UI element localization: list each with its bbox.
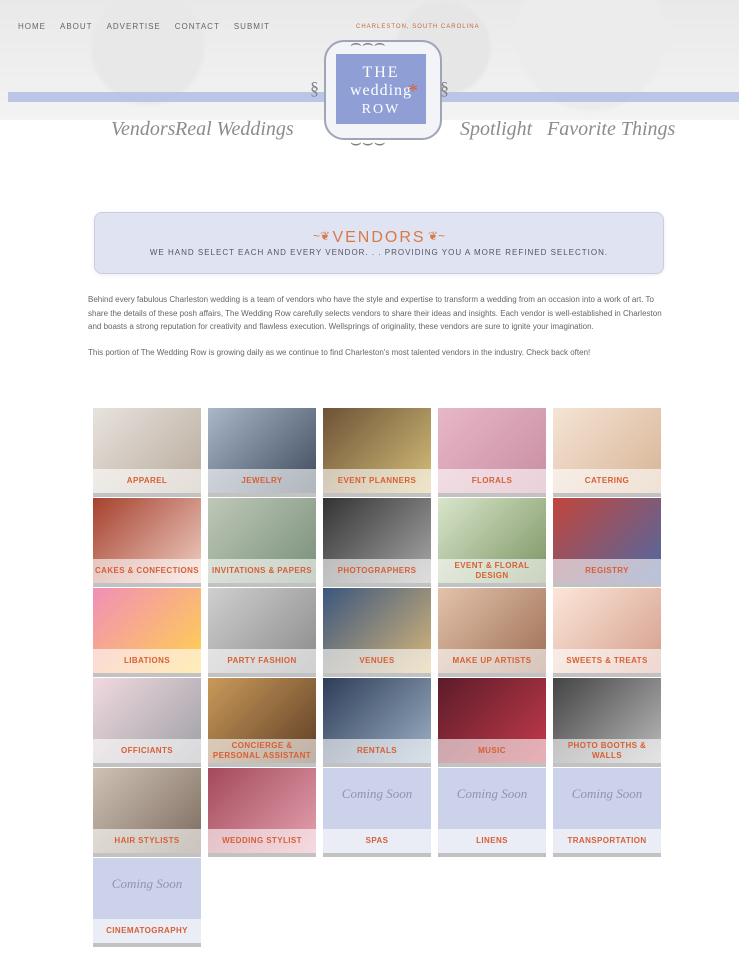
vendors-banner: ~❦ VENDORS ❦~ WE HAND SELECT EACH AND EV… [94, 212, 664, 274]
script-nav-favorite-things[interactable]: Favorite Things [547, 118, 675, 141]
vendor-tile-label: INVITATIONS & PAPERS [208, 559, 316, 583]
vendor-tile-jewelry[interactable]: JEWELRY [208, 408, 316, 497]
vendor-tile-rentals[interactable]: RENTALS [323, 678, 431, 767]
vendor-tile-label: VENUES [323, 649, 431, 673]
vendor-tile-apparel[interactable]: APPAREL [93, 408, 201, 497]
vendor-tile-event-and-floral-design[interactable]: EVENT & FLORAL DESIGN [438, 498, 546, 587]
vendor-tile-label: RENTALS [323, 739, 431, 763]
page-title: VENDORS [332, 229, 426, 246]
vendor-tile-label: CAKES & CONFECTIONS [93, 559, 201, 583]
right-swirl-icon: ❦~ [427, 229, 445, 243]
vendor-tile-label: CATERING [553, 469, 661, 493]
vendor-tile-florals[interactable]: FLORALS [438, 408, 546, 497]
nav-contact[interactable]: CONTACT [175, 22, 220, 31]
nav-home[interactable]: HOME [18, 22, 46, 31]
vendor-tile-label: JEWELRY [208, 469, 316, 493]
coming-soon-text: Coming Soon [111, 876, 183, 891]
vendor-tile-party-fashion[interactable]: PARTY FASHION [208, 588, 316, 677]
vendor-tile-label: FLORALS [438, 469, 546, 493]
logo-circle-text: CHARLESTON, SOUTH CAROLINA [356, 24, 480, 30]
vendor-tile-libations[interactable]: LIBATIONS [93, 588, 201, 677]
vendor-tile-music[interactable]: MUSIC [438, 678, 546, 767]
vendor-tile-label: MAKE UP ARTISTS [438, 649, 546, 673]
top-navigation: HOME ABOUT ADVERTISE CONTACT SUBMIT [18, 22, 270, 31]
nav-submit[interactable]: SUBMIT [234, 22, 270, 31]
vendor-tile-spas[interactable]: Coming Soon SPAS [323, 768, 431, 857]
vendor-tile-label: CONCIERGE & PERSONAL ASSISTANT [208, 739, 316, 763]
vendor-tile-label: REGISTRY [553, 559, 661, 583]
vendor-tile-wedding-stylist[interactable]: WEDDING STYLIST [208, 768, 316, 857]
vendor-tile-venues[interactable]: VENUES [323, 588, 431, 677]
script-nav-real-weddings[interactable]: Real Weddings [175, 118, 294, 141]
vendor-tile-officiants[interactable]: OFFICIANTS [93, 678, 201, 767]
vendor-tile-invitations-and-papers[interactable]: INVITATIONS & PAPERS [208, 498, 316, 587]
vendor-tile-label: CINEMATOGRAPHY [93, 919, 201, 943]
vendor-tile-label: PHOTOGRAPHERS [323, 559, 431, 583]
vendor-tile-registry[interactable]: REGISTRY [553, 498, 661, 587]
vendor-tile-photographers[interactable]: PHOTOGRAPHERS [323, 498, 431, 587]
vendor-tile-label: TRANSPORTATION [553, 829, 661, 853]
intro-text: Behind every fabulous Charleston wedding… [88, 293, 663, 371]
vendor-tile-label: SPAS [323, 829, 431, 853]
vendor-tile-catering[interactable]: CATERING [553, 408, 661, 497]
vendor-tile-label: EVENT & FLORAL DESIGN [438, 559, 546, 583]
vendor-tile-label: PHOTO BOOTHS & WALLS [553, 739, 661, 763]
vendor-tile-label: HAIR STYLISTS [93, 829, 201, 853]
script-nav-vendors[interactable]: Vendors [111, 118, 175, 141]
vendor-tile-label: APPAREL [93, 469, 201, 493]
script-nav-spotlight[interactable]: Spotlight [460, 118, 532, 141]
vendor-tile-label: SWEETS & TREATS [553, 649, 661, 673]
logo-row: ROW [361, 102, 401, 117]
vendor-tile-label: OFFICIANTS [93, 739, 201, 763]
vendor-tile-label: WEDDING STYLIST [208, 829, 316, 853]
logo[interactable]: THE wedding ROW * [336, 54, 426, 124]
star-icon: * [408, 80, 418, 102]
decorative-scroll-icon: § [440, 78, 449, 98]
vendor-tile-hair-stylists[interactable]: HAIR STYLISTS [93, 768, 201, 857]
vendor-tile-label: LIBATIONS [93, 649, 201, 673]
vendor-tile-linens[interactable]: Coming Soon LINENS [438, 768, 546, 857]
vendor-tile-event-planners[interactable]: EVENT PLANNERS [323, 408, 431, 497]
nav-about[interactable]: ABOUT [60, 22, 93, 31]
vendor-category-grid: APPAREL JEWELRY EVENT PLANNERS FLORALS CATER… [93, 408, 664, 948]
vendor-tile-cinematography[interactable]: Coming Soon CINEMATOGRAPHY [93, 858, 201, 947]
coming-soon-text: Coming Soon [341, 786, 413, 801]
page-tagline: WE HAND SELECT EACH AND EVERY VENDOR. . … [149, 248, 609, 257]
vendor-tile-label: LINENS [438, 829, 546, 853]
vendor-tile-make-up-artists[interactable]: MAKE UP ARTISTS [438, 588, 546, 677]
vendor-tile-label: PARTY FASHION [208, 649, 316, 673]
vendor-tile-label: EVENT PLANNERS [323, 469, 431, 493]
vendor-tile-photo-booths-and-walls[interactable]: PHOTO BOOTHS & WALLS [553, 678, 661, 767]
decorative-scroll-icon: ⌣⌣⌣ [350, 132, 386, 152]
vendor-tile-concierge-and-personal-assistant[interactable]: CONCIERGE & PERSONAL ASSISTANT [208, 678, 316, 767]
decorative-scroll-icon: ⌢⌢⌢ [350, 33, 386, 53]
decorative-scroll-icon: § [310, 78, 319, 98]
vendor-tile-label: MUSIC [438, 739, 546, 763]
coming-soon-text: Coming Soon [456, 786, 528, 801]
intro-paragraph: This portion of The Wedding Row is growi… [88, 347, 591, 357]
vendor-tile-sweets-and-treats[interactable]: SWEETS & TREATS [553, 588, 661, 677]
nav-advertise[interactable]: ADVERTISE [107, 22, 161, 31]
coming-soon-text: Coming Soon [571, 786, 643, 801]
vendor-tile-cakes-and-confections[interactable]: CAKES & CONFECTIONS [93, 498, 201, 587]
vendor-tile-transportation[interactable]: Coming Soon TRANSPORTATION [553, 768, 661, 857]
intro-paragraph: Behind every fabulous Charleston wedding… [88, 295, 662, 331]
